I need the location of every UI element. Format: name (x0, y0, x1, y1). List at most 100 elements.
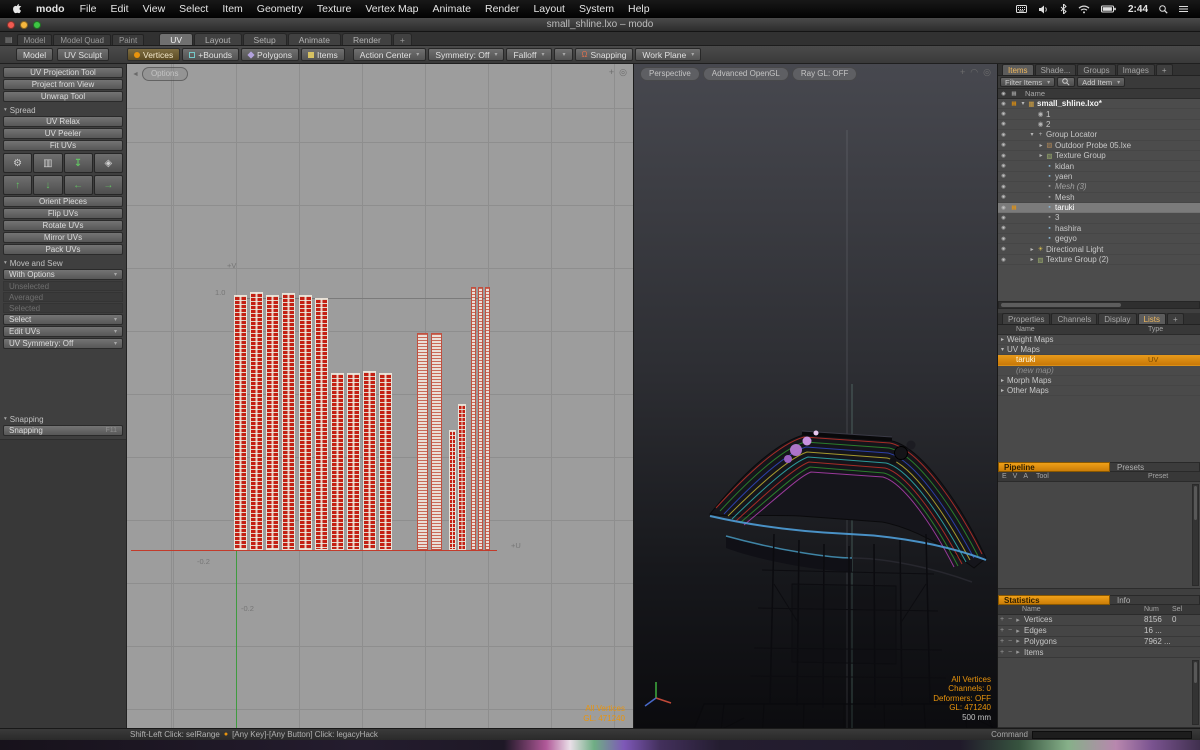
tab-lists[interactable]: Lists (1137, 313, 1166, 324)
with-options-dropdown[interactable]: With Options ▾ (3, 269, 123, 280)
menu-file[interactable]: File (80, 3, 97, 15)
map-row-other-maps[interactable]: ▸ Other Maps (998, 386, 1200, 397)
pipeline-scrollbar[interactable] (1192, 484, 1199, 586)
eye-icon[interactable]: ◉ (998, 257, 1009, 263)
layout-switcher-icon[interactable]: ▤ (5, 35, 13, 44)
tab-groups[interactable]: Groups (1077, 64, 1116, 75)
item-row-3[interactable]: ◉ ▪ 3 (998, 213, 1200, 224)
menu-animate[interactable]: Animate (432, 3, 471, 15)
tab-images[interactable]: Images (1116, 64, 1155, 75)
menu-system[interactable]: System (579, 3, 614, 15)
falloff-options-dropdown[interactable]: ▾ (553, 48, 573, 61)
map-row-uv-maps[interactable]: ▾ UV Maps (998, 345, 1200, 356)
item-row-2[interactable]: ◉ ◉ 2 (998, 120, 1200, 131)
uv-sculpt-palette-button[interactable]: UV Sculpt (57, 48, 109, 61)
expander-icon[interactable]: ▸ (998, 387, 1007, 394)
uv-island-1[interactable] (234, 295, 247, 550)
bluetooth-icon[interactable] (1060, 4, 1067, 14)
eye-icon[interactable]: ◉ (998, 246, 1009, 252)
pipeline-list[interactable] (998, 482, 1200, 589)
item-row-hashira[interactable]: ◉ ▪ hashira (998, 224, 1200, 235)
perspective-viewport[interactable]: Perspective Advanced OpenGL Ray GL: OFF + … (633, 64, 997, 728)
expand-plus-icon[interactable]: + (998, 649, 1006, 656)
uv-island-14[interactable] (458, 404, 466, 550)
stat-row-polygons[interactable]: + − ▸ Polygons 7962 ... (998, 636, 1200, 648)
uv-island-11[interactable] (417, 333, 428, 550)
item-row-mesh-3[interactable]: ◉ ▪ Mesh (3) (998, 182, 1200, 193)
item-row-group-locator[interactable]: ◉ ▾ + Group Locator (998, 130, 1200, 141)
tab-item[interactable]: + (1155, 64, 1173, 75)
item-row-outdoor-probe-05-lxe[interactable]: ◉ ▸ ▨ Outdoor Probe 05.lxe (998, 141, 1200, 151)
polygons-mode-button[interactable]: Polygons (241, 48, 300, 61)
map-row-weight-maps[interactable]: ▸ Weight Maps (998, 335, 1200, 346)
tool-uv-peeler[interactable]: UV Peeler (3, 128, 123, 139)
options-button[interactable]: Options (141, 67, 188, 81)
menu-item[interactable]: Item (222, 3, 242, 15)
layout-tab-model[interactable]: Model (16, 34, 53, 45)
pan-icon[interactable]: + (609, 67, 614, 77)
tab-channels[interactable]: Channels (1051, 313, 1098, 324)
statistics-tab[interactable]: Statistics (998, 595, 1110, 605)
eye-icon[interactable]: ◉ (998, 142, 1009, 148)
menu-help[interactable]: Help (628, 3, 650, 15)
tool-orient-pieces[interactable]: Orient Pieces (3, 196, 123, 207)
eye-icon[interactable]: ◉ (998, 163, 1009, 169)
tool-uv-projection-tool[interactable]: UV Projection Tool (3, 67, 123, 78)
menu-vertex-map[interactable]: Vertex Map (365, 3, 418, 15)
menubar-clock[interactable]: 2:44 (1128, 4, 1148, 15)
expander-icon[interactable]: ▸ (1028, 246, 1036, 253)
command-input[interactable] (1032, 730, 1192, 739)
uv-island-16[interactable] (478, 287, 483, 550)
eye-icon[interactable]: ◉ (998, 194, 1009, 200)
menu-edit[interactable]: Edit (111, 3, 129, 15)
expander-icon[interactable]: ▸ (1014, 648, 1022, 656)
layout-tab-layout[interactable]: Layout (194, 33, 242, 45)
expander-icon[interactable]: ▾ (1028, 131, 1036, 138)
viewport-button-perspective[interactable]: Perspective (640, 67, 700, 81)
layout-tab-setup[interactable]: Setup (242, 33, 287, 45)
viewport-button-ray-gl-off[interactable]: Ray GL: OFF (791, 67, 858, 81)
uv-move-down-icon[interactable]: ↓ (33, 175, 63, 195)
model-palette-button[interactable]: Model (16, 48, 54, 61)
eye-icon[interactable]: ◉ (998, 205, 1009, 211)
item-row-mesh[interactable]: ◉ ▪ Mesh (998, 193, 1200, 203)
zoom-icon[interactable]: ◎ (983, 67, 991, 77)
app-menu-modo[interactable]: modo (36, 3, 65, 15)
symmetry-dropdown[interactable]: Symmetry: Off ▾ (428, 48, 505, 61)
menu-select[interactable]: Select (179, 3, 208, 15)
volume-icon[interactable] (1038, 5, 1049, 14)
keyboard-icon[interactable] (1015, 5, 1027, 13)
orbit-icon[interactable]: ◠ (970, 67, 978, 77)
action-center-dropdown[interactable]: Action Center ▾ (352, 48, 427, 61)
uv-island-5[interactable] (299, 295, 312, 550)
uv-drop-tool-icon[interactable]: ↧ (63, 153, 93, 173)
layout-tab-uv[interactable]: UV (159, 33, 193, 45)
map-row-taruki[interactable]: taruki UV (998, 355, 1200, 366)
eye-icon[interactable]: ◉ (998, 111, 1009, 117)
snapping-button[interactable]: Ω Snapping (574, 48, 634, 61)
expander-icon[interactable]: ▾ (1019, 100, 1027, 107)
bounds-mode-button[interactable]: +Bounds (182, 48, 240, 61)
expand-plus-icon[interactable]: + (998, 627, 1006, 634)
collapse-minus-icon[interactable]: − (1006, 638, 1014, 645)
tool-fit-uvs[interactable]: Fit UVs (3, 140, 123, 151)
eye-icon[interactable]: ◉ (998, 225, 1009, 231)
expander-icon[interactable]: ▸ (1014, 637, 1022, 645)
map-row-new-map[interactable]: (new map) (998, 366, 1200, 376)
eye-icon[interactable]: ◉ (998, 184, 1009, 190)
vertices-mode-button[interactable]: Vertices (127, 48, 181, 61)
scrollbar-thumb[interactable] (1001, 303, 1121, 307)
statistics-info-tab[interactable]: Info (1110, 595, 1200, 605)
eye-icon[interactable]: ◉ (998, 101, 1009, 107)
item-row-directional-light[interactable]: ◉ ▸ ☀ Directional Light (998, 244, 1200, 255)
tab-shade[interactable]: Shade... (1034, 64, 1077, 75)
item-row-taruki[interactable]: ◉ ▦ ▪ taruki (998, 202, 1200, 214)
eye-icon[interactable]: ◉ (998, 173, 1009, 179)
viewport-button-advanced-opengl[interactable]: Advanced OpenGL (702, 67, 789, 81)
layout-tab-animate[interactable]: Animate (287, 33, 341, 45)
menu-view[interactable]: View (143, 3, 166, 15)
tab-display[interactable]: Display (1098, 313, 1137, 324)
item-row-texture-group-2[interactable]: ◉ ▸ ▧ Texture Group (2) (998, 255, 1200, 266)
dropdown-select[interactable]: Select ▾ (3, 314, 123, 325)
layout-tab-paint[interactable]: Paint (111, 34, 145, 45)
